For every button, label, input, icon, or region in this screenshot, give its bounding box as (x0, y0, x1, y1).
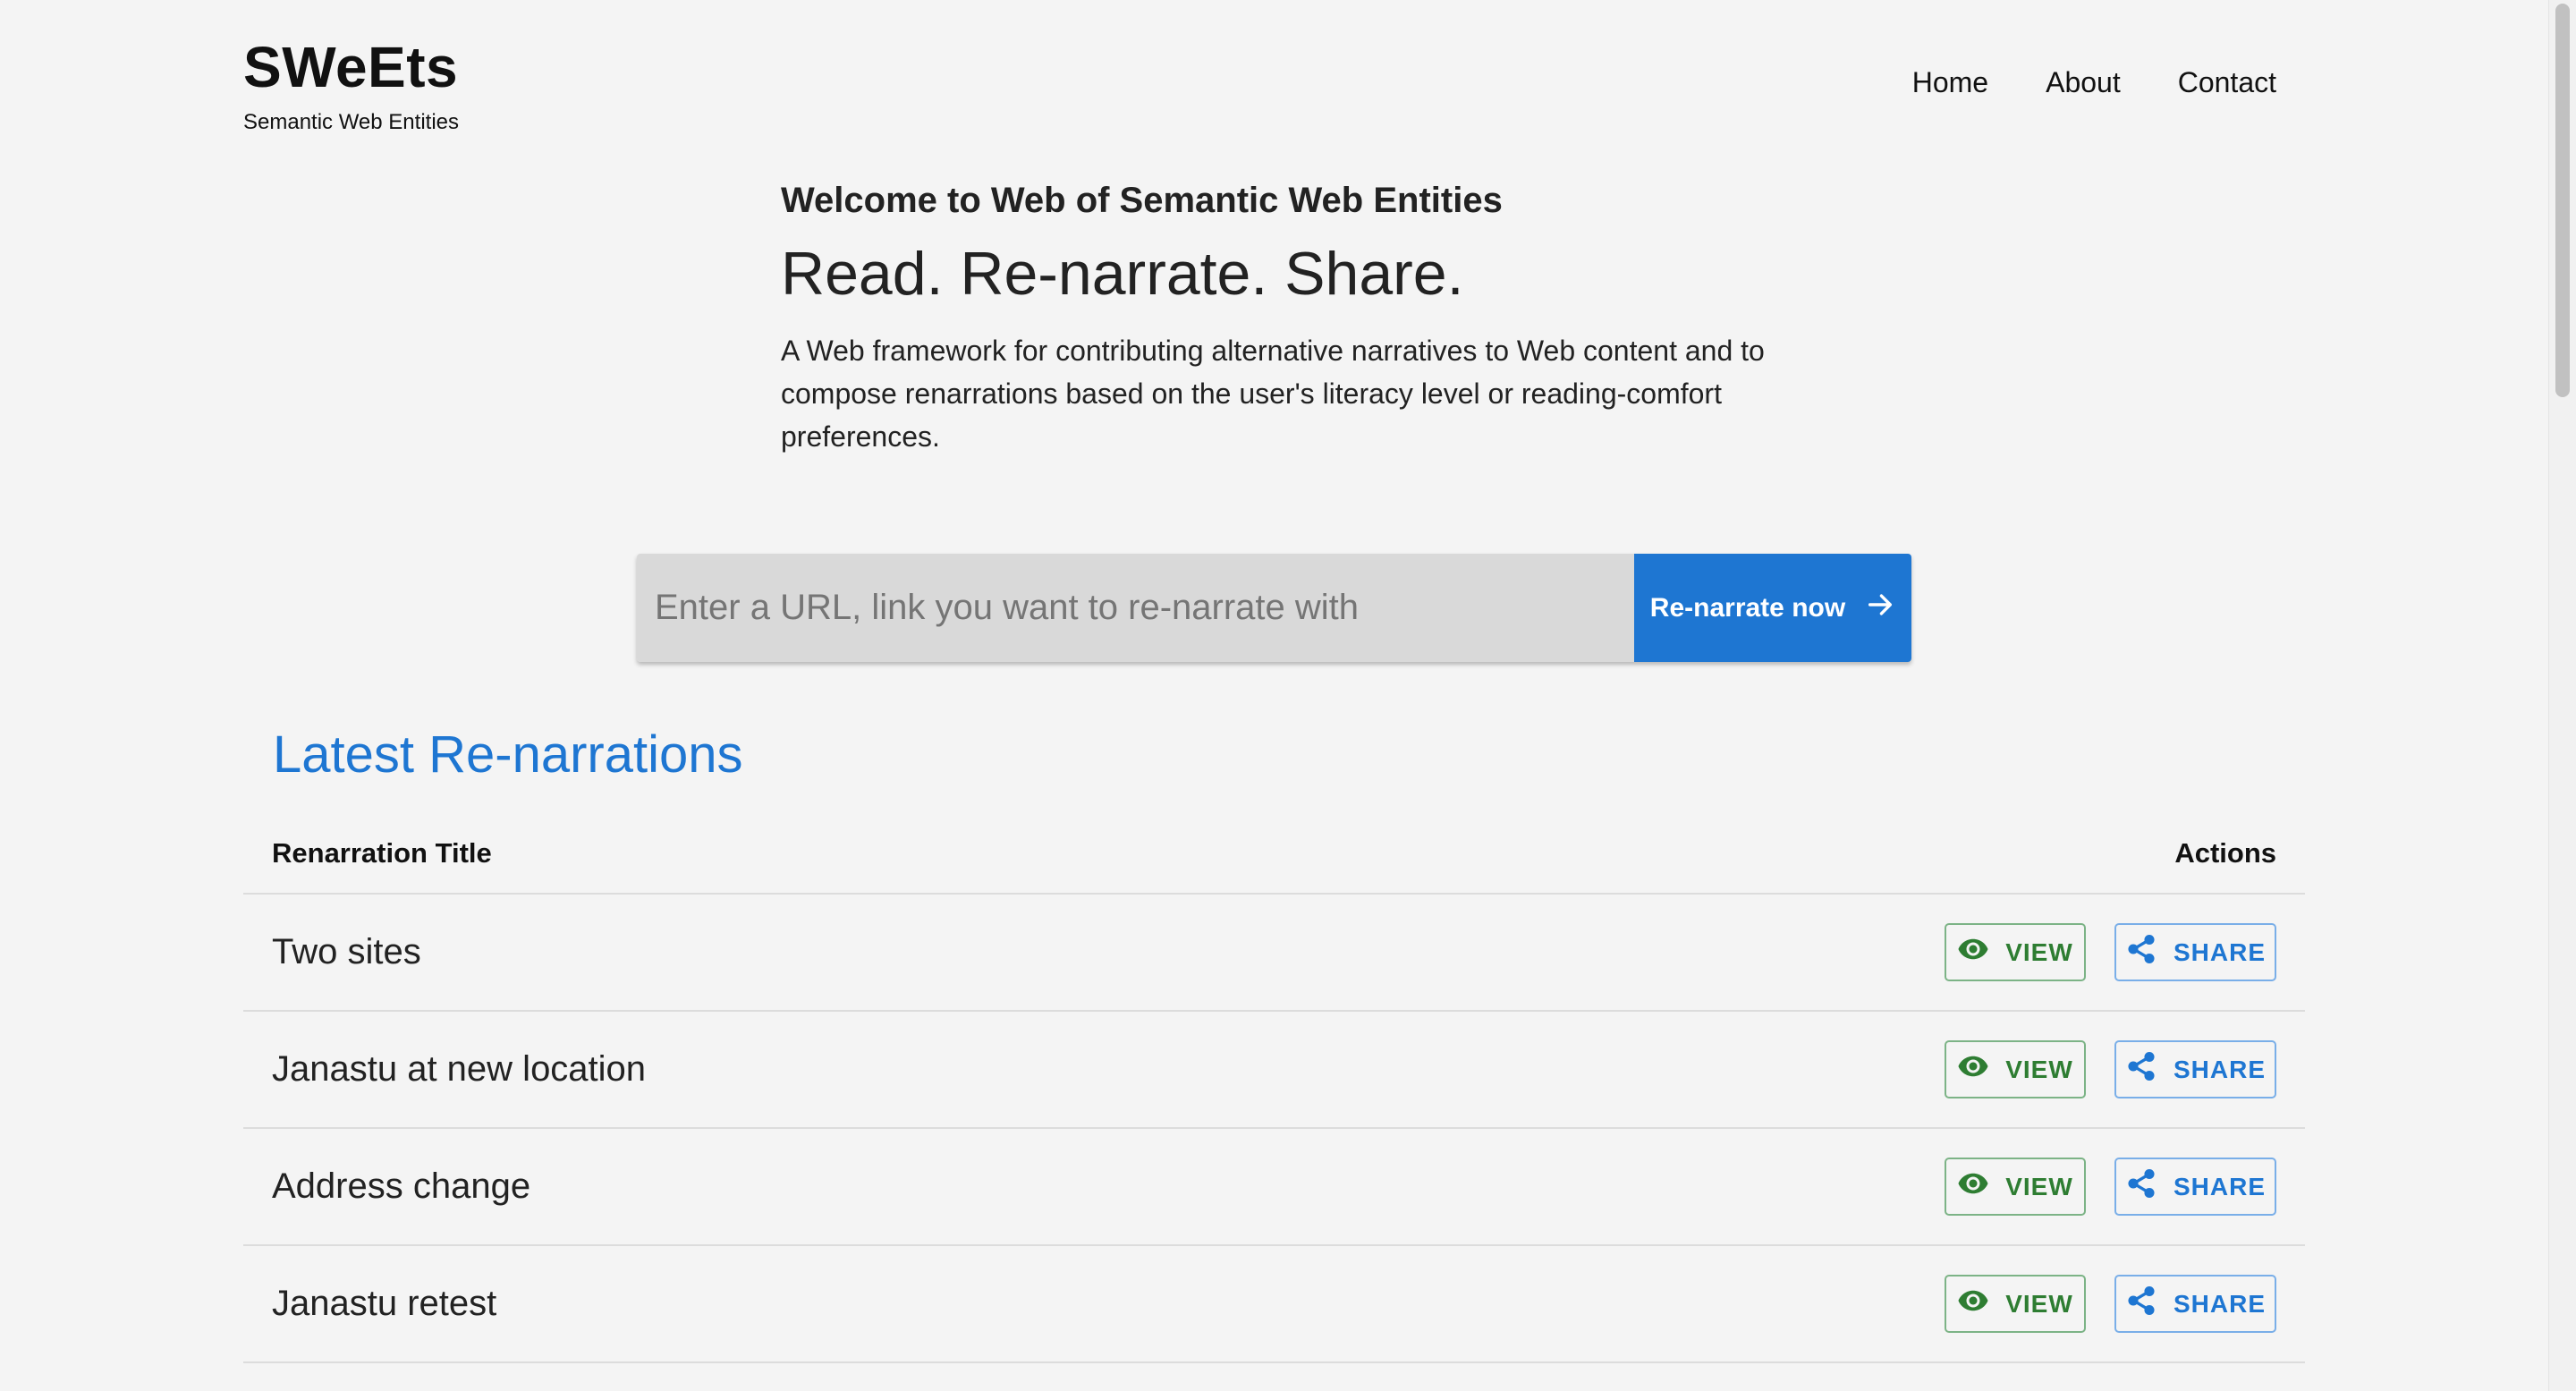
share-label: SHARE (2174, 937, 2267, 966)
share-button[interactable]: SHARE (2114, 1040, 2276, 1098)
hero-welcome-heading: Welcome to Web of Semantic Web Entities (781, 181, 1503, 220)
view-button[interactable]: VIEW (1945, 1040, 2086, 1098)
latest-renarrations-title: Latest Re-narrations (273, 725, 743, 784)
eye-icon (1957, 1167, 1989, 1206)
renarrations-table: Renarration Title Actions Two sites VIEW… (243, 814, 2305, 1363)
share-button[interactable]: SHARE (2114, 1275, 2276, 1333)
vertical-scrollbar[interactable] (2548, 0, 2576, 1391)
table-header: Renarration Title Actions (243, 814, 2305, 895)
row-actions: VIEW SHARE (1945, 1158, 2276, 1216)
table-row: Janastu at new location VIEW SHARE (243, 1012, 2305, 1129)
renarration-title: Janastu at new location (272, 1049, 647, 1089)
nav-home-link[interactable]: Home (1912, 64, 1988, 100)
main-nav: Home About Contact (1912, 64, 2276, 100)
view-label: VIEW (2005, 937, 2073, 966)
renarrate-now-label: Re-narrate now (1649, 592, 1846, 623)
share-icon (2125, 1285, 2157, 1323)
row-actions: VIEW SHARE (1945, 1275, 2276, 1333)
nav-about-link[interactable]: About (2046, 64, 2121, 100)
view-button[interactable]: VIEW (1945, 1275, 2086, 1333)
brand-subtitle: Semantic Web Entities (243, 110, 459, 134)
brand-title[interactable]: SWeEts (243, 32, 459, 102)
hero-tagline: Read. Re-narrate. Share. (781, 240, 1464, 308)
renarrate-now-button[interactable]: Re-narrate now (1634, 554, 1911, 662)
table-row: Janastu retest VIEW SHARE (243, 1246, 2305, 1363)
eye-icon (1957, 1050, 1989, 1089)
renarration-title: Two sites (272, 932, 421, 971)
view-label: VIEW (2005, 1172, 2073, 1200)
eye-icon (1957, 1285, 1989, 1323)
renarration-title: Janastu retest (272, 1284, 497, 1323)
renarration-title: Address change (272, 1166, 531, 1206)
eye-icon (1957, 933, 1989, 971)
view-label: VIEW (2005, 1289, 2073, 1318)
renarrate-search-bar: Re-narrate now (637, 554, 1911, 662)
share-icon (2125, 1050, 2157, 1089)
share-button[interactable]: SHARE (2114, 1158, 2276, 1216)
column-header-actions: Actions (2174, 837, 2276, 869)
arrow-right-icon (1865, 589, 1895, 627)
share-label: SHARE (2174, 1172, 2267, 1200)
share-label: SHARE (2174, 1289, 2267, 1318)
view-label: VIEW (2005, 1055, 2073, 1083)
share-icon (2125, 933, 2157, 971)
table-row: Address change VIEW SHARE (243, 1129, 2305, 1246)
hero: Welcome to Web of Semantic Web Entities … (781, 175, 1783, 458)
share-button[interactable]: SHARE (2114, 923, 2276, 981)
table-row: Two sites VIEW SHARE (243, 895, 2305, 1012)
brand: SWeEts Semantic Web Entities (243, 32, 459, 136)
share-icon (2125, 1167, 2157, 1206)
url-input[interactable] (637, 554, 1634, 662)
view-button[interactable]: VIEW (1945, 1158, 2086, 1216)
row-actions: VIEW SHARE (1945, 1040, 2276, 1098)
hero-description: A Web framework for contributing alterna… (781, 335, 1765, 453)
column-header-title: Renarration Title (272, 837, 492, 869)
view-button[interactable]: VIEW (1945, 923, 2086, 981)
share-label: SHARE (2174, 1055, 2267, 1083)
scrollbar-thumb[interactable] (2555, 4, 2570, 397)
nav-contact-link[interactable]: Contact (2178, 64, 2276, 100)
row-actions: VIEW SHARE (1945, 923, 2276, 981)
